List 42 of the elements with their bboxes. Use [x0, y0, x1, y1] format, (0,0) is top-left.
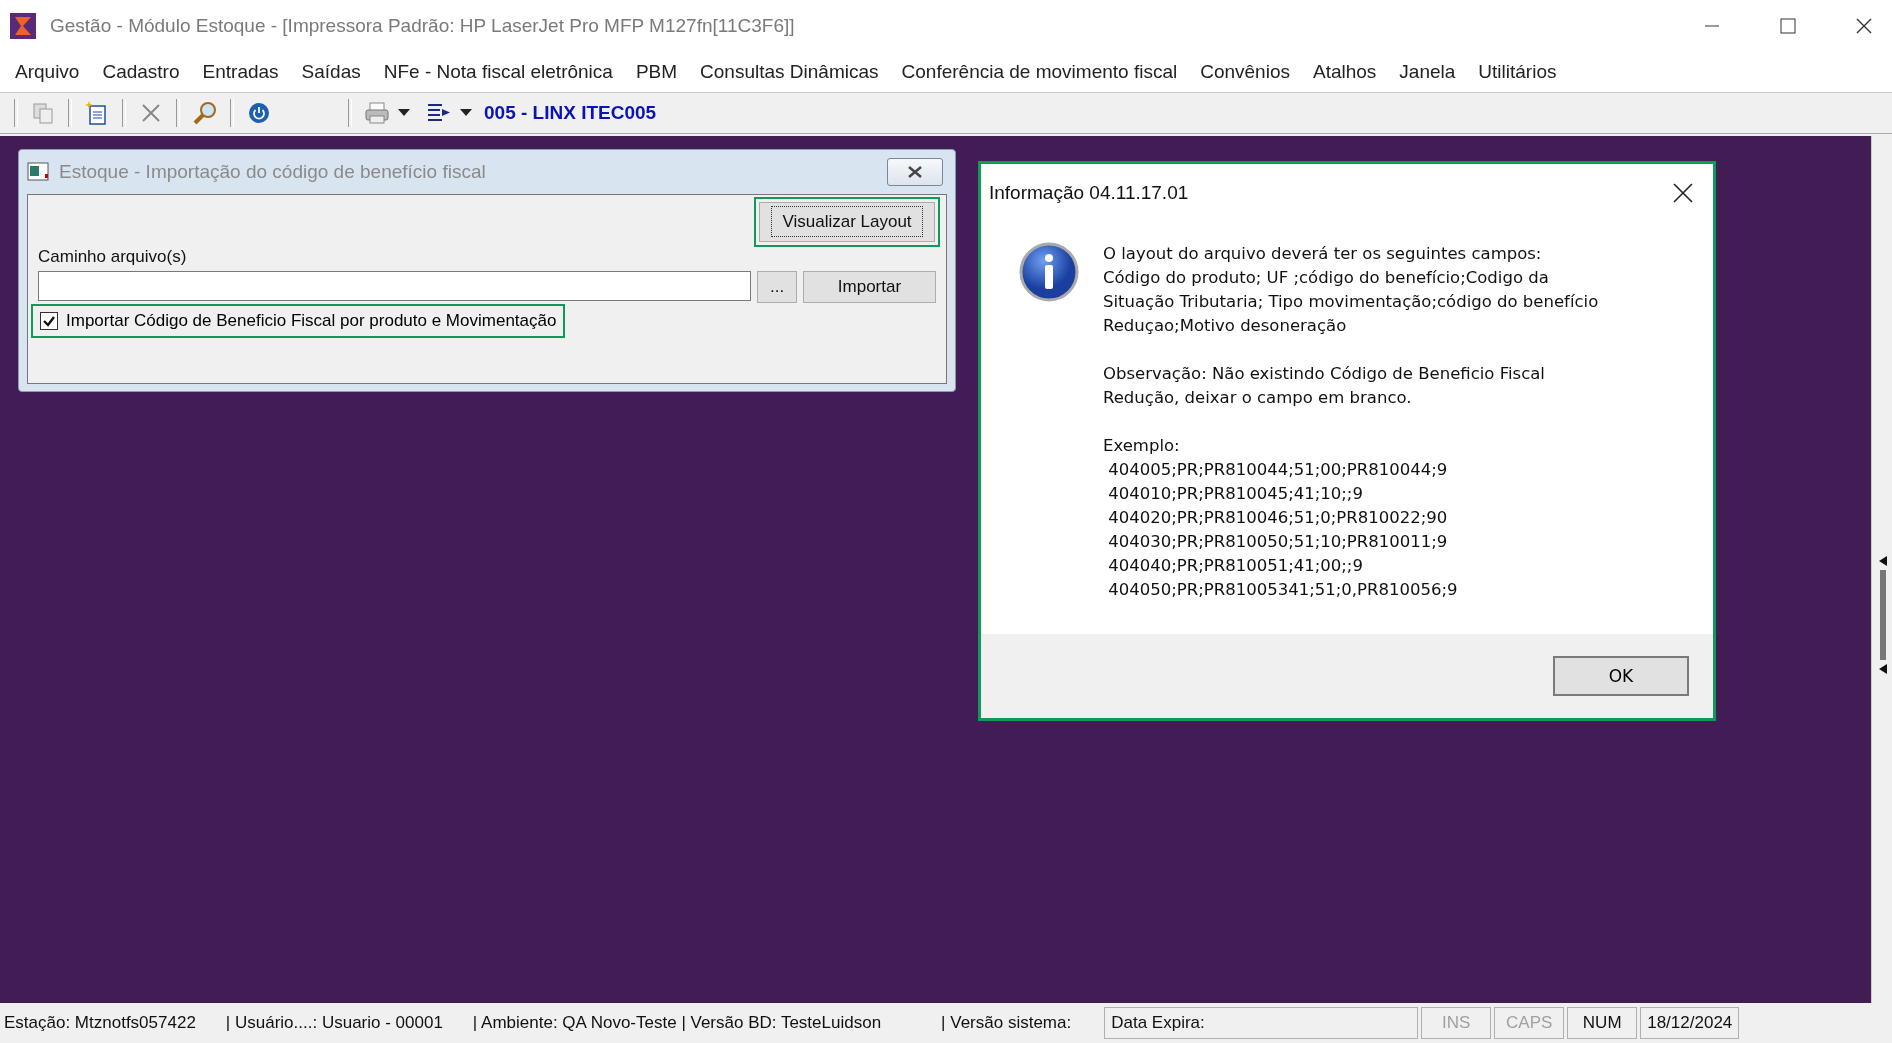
status-panel: 18/12/2024 — [1640, 1007, 1740, 1039]
window-icon — [27, 162, 51, 182]
status-text: | Ambiente: QA Novo-Teste | Versão BD: TesteLuidson — [472, 1013, 882, 1033]
path-input-field[interactable] — [38, 271, 752, 301]
path-label: Caminho arquivo(s) — [38, 247, 187, 267]
menu-item[interactable]: Utilitários — [1467, 57, 1569, 87]
close-icon — [906, 165, 924, 179]
status-text: | Versão sistema: — [941, 1013, 1072, 1033]
menu-item[interactable]: Convênios — [1189, 57, 1302, 87]
message-paragraph: O layout do arquivo deverá ter os seguintes campos: Código do produto; UF ;código do benefício;Codigo da Situação Tributaria; Tipo movimentação;código do benefício Reduçao;Motivo desoneração — [1103, 243, 1599, 337]
company-label: 005 - LINX ITEC005 — [484, 102, 657, 124]
menu-item[interactable]: Cadastro — [91, 57, 192, 87]
browse-button[interactable]: ... — [757, 271, 797, 303]
menu-item[interactable]: NFe - Nota fiscal eletrônica — [372, 57, 625, 87]
window-title: Gestão - Módulo Estoque - [Impressora Padrão: HP LaserJet Pro MFP M127fn[11C3F6]] — [50, 15, 796, 37]
dialog-title: Informação 04.11.17.01 — [989, 182, 1190, 204]
menu-item[interactable]: Saídas — [290, 57, 373, 87]
ok-button[interactable]: OK — [1553, 656, 1689, 696]
status-panel: Data Expira: — [1104, 1007, 1419, 1039]
splitter-handle-icon[interactable] — [1879, 556, 1889, 676]
message-paragraph: Observação: Não existindo Código de Beneficio Fiscal Redução, deixar o campo em branco. — [1103, 363, 1546, 409]
menu-item[interactable]: Conferência de movimento fiscal — [890, 57, 1190, 87]
view-layout-button[interactable]: Visualizar Layout — [759, 202, 935, 242]
menu-item[interactable]: Arquivo — [4, 57, 92, 87]
message-paragraph: Exemplo: 404005;PR;PR810044;51;00;PR810044;9 404010;PR;PR810045;41;10;;9 404020;PR;PR810046;51;0;PR810022;90 404030;PR;PR810050;51;10;PR810011;9 404040;PR;PR810051;41;00;;9 404050;PR;PR81005341;51;0,PR810056;9 — [1103, 435, 1459, 601]
app-logo-icon — [10, 13, 36, 39]
menu-item[interactable]: Consultas Dinâmicas — [689, 57, 891, 87]
key-indicator: INS — [1421, 1007, 1492, 1039]
menu-item[interactable]: Janela — [1388, 57, 1468, 87]
checkbox[interactable] — [40, 312, 58, 330]
status-text: | Usuário....: Usuario - 00001 — [225, 1013, 443, 1033]
import-button[interactable]: Importar — [802, 271, 936, 303]
menu-item[interactable]: PBM — [624, 57, 690, 87]
info-icon — [1019, 242, 1079, 302]
dialog-title: Estoque - Importação do código de benefício fiscal — [59, 161, 487, 183]
status-text: Estação: Mtznotfs057422 — [4, 1013, 196, 1033]
key-indicator: CAPS — [1494, 1007, 1565, 1039]
menu-item[interactable]: Atalhos — [1301, 57, 1389, 87]
close-button[interactable] — [887, 158, 943, 186]
menu-item[interactable]: Entradas — [191, 57, 291, 87]
checkbox-label: Importar Código de Beneficio Fiscal por produto e Movimentação — [66, 311, 557, 331]
key-indicator: NUM — [1567, 1007, 1638, 1039]
